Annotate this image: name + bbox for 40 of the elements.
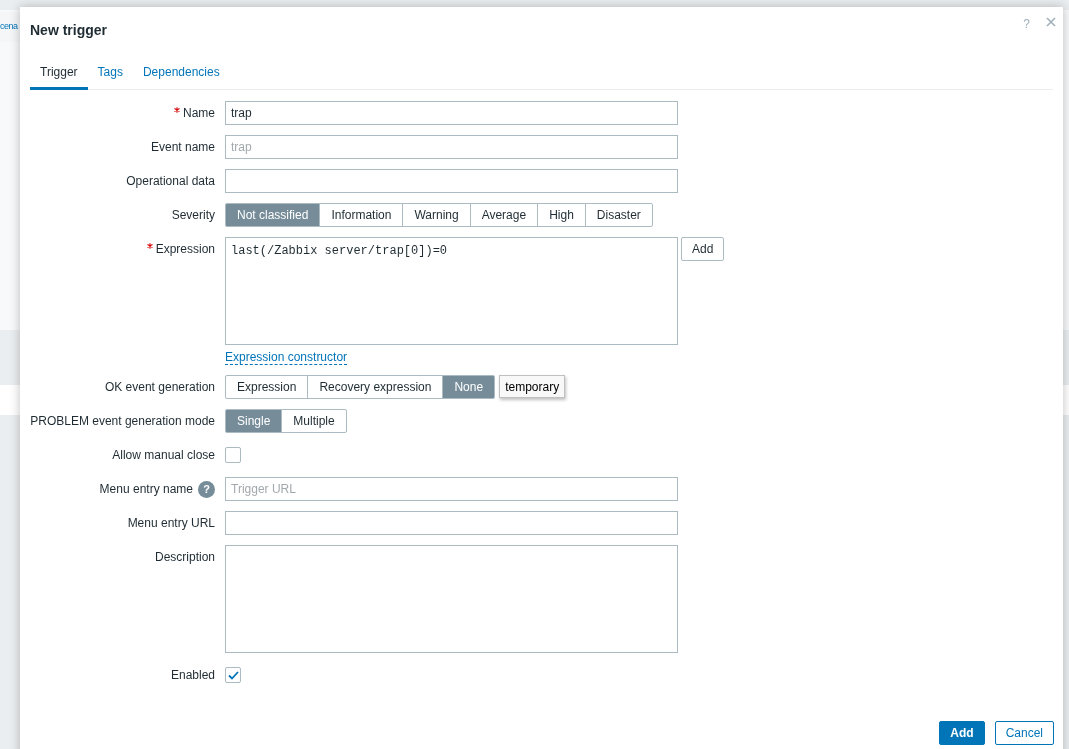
text-field[interactable]: trap <box>225 101 678 125</box>
cancel-button[interactable]: Cancel <box>994 721 1054 745</box>
add-button[interactable]: Add <box>681 237 725 261</box>
expression-constructor-link[interactable]: Expression constructor <box>225 350 348 365</box>
checkbox[interactable] <box>225 667 241 683</box>
field-label: Expression <box>155 241 215 258</box>
field-label: Allow manual close <box>112 447 215 464</box>
field-label: PROBLEM event generation mode <box>30 413 215 430</box>
segment-option[interactable]: Warning <box>402 203 471 227</box>
segment-option[interactable]: High <box>537 203 586 227</box>
field-label: Severity <box>171 207 215 224</box>
segment-option[interactable]: Average <box>469 203 539 227</box>
text-area[interactable] <box>225 545 678 653</box>
checkbox[interactable] <box>225 447 241 463</box>
text-field[interactable] <box>225 169 678 193</box>
background-text: cena <box>0 20 18 34</box>
tab[interactable]: Tags <box>87 63 133 90</box>
add-button[interactable]: Add <box>939 721 985 745</box>
segment-option[interactable]: Information <box>319 203 404 227</box>
field-label: Menu entry name <box>99 481 193 498</box>
field-label: Event name <box>150 139 215 156</box>
segment-option[interactable]: Multiple <box>281 409 347 433</box>
tab[interactable]: Dependencies <box>132 63 230 90</box>
text-field[interactable]: Trigger URL <box>225 477 678 501</box>
expression-field[interactable]: last(/Zabbix server/trap[0])=0 <box>225 237 678 345</box>
dialog-title: New trigger <box>30 20 107 40</box>
field-label: OK event generation <box>104 379 215 396</box>
close-icon[interactable] <box>1046 17 1056 27</box>
segment-option[interactable]: Disaster <box>584 203 653 227</box>
segment-option[interactable]: Recovery expression <box>307 375 444 399</box>
tooltip: temporary <box>499 375 566 398</box>
field-label: Menu entry URL <box>127 515 215 532</box>
segment-option[interactable]: Expression <box>225 375 309 399</box>
tab[interactable]: Trigger <box>30 63 88 90</box>
text-field[interactable]: trap <box>225 135 678 159</box>
field-label: Description <box>154 549 215 566</box>
field-label: Enabled <box>170 667 215 684</box>
field-label: Operational data <box>126 173 215 190</box>
field-label: Name <box>183 105 215 122</box>
text-field[interactable] <box>225 511 678 535</box>
